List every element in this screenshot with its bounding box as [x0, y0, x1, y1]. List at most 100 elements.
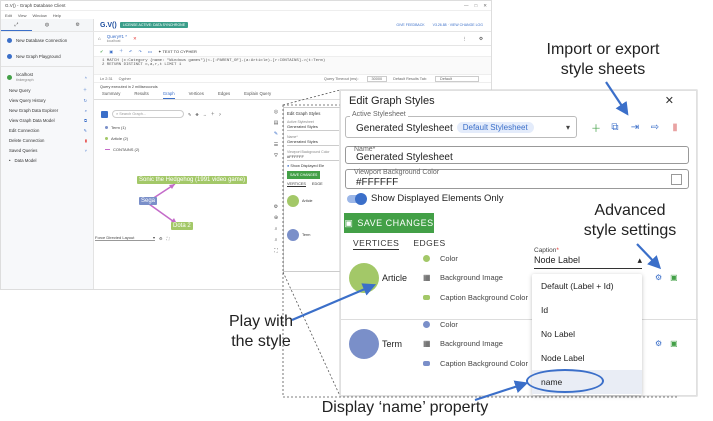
graph-mode-icon[interactable]	[101, 110, 108, 118]
option-no-label[interactable]: No Label	[532, 322, 642, 346]
color-swatch[interactable]	[671, 174, 682, 185]
styles-icon[interactable]: ✎	[274, 131, 278, 137]
prop-caption-bg[interactable]: Caption Background Color	[423, 359, 528, 368]
filter-icon[interactable]: ⛛	[274, 153, 278, 159]
option-node-label[interactable]: Node Label	[532, 346, 642, 370]
changelog-link[interactable]: V3.26.88 · VIEW CHANGE LOG	[433, 23, 483, 27]
tab-vertices[interactable]: VERTICES	[353, 238, 400, 250]
connections-tab-icon[interactable]: ⤢	[1, 19, 32, 31]
zoom-out-icon[interactable]: ⌕	[275, 237, 278, 243]
tab-edges[interactable]: EDGES	[413, 238, 445, 250]
tab-summary[interactable]: Summary	[102, 91, 120, 99]
sidebar-item-saved-queries[interactable]: Saved Queries ˅	[1, 145, 93, 155]
zoom-in-icon[interactable]: ⌕	[275, 226, 278, 232]
gear-icon[interactable]: ⚙	[655, 273, 662, 282]
menu-edit[interactable]: Edit	[5, 13, 12, 18]
home-icon[interactable]: ⌂	[98, 36, 101, 41]
sidebar-item-data-model-folder[interactable]: • Data Model	[1, 155, 93, 165]
gear-icon[interactable]: ⚙	[655, 339, 662, 348]
import-icon[interactable]: ⇥	[629, 121, 641, 133]
timeout-input[interactable]: 30000	[366, 75, 388, 82]
copy-icon[interactable]: ⧉	[609, 121, 621, 133]
sidebar-item-delete-connection[interactable]: Delete Connection ▮	[1, 135, 93, 145]
graph-node-article[interactable]: Dota 2	[171, 222, 193, 230]
sidebar-item-new-query[interactable]: New Query ＋	[1, 85, 93, 95]
run-icon[interactable]: ✔	[100, 49, 103, 54]
zoom-in-icon[interactable]: ＋	[211, 111, 215, 117]
menu-help[interactable]: Help	[53, 13, 61, 18]
chevron-up-icon[interactable]: ˄	[85, 75, 87, 80]
feedback-link[interactable]: GIVE FEEDBACK	[396, 23, 424, 27]
default-tab-select[interactable]: Default	[435, 75, 479, 82]
add-stylesheet-icon[interactable]: ＋	[590, 121, 602, 135]
show-displayed-toggle[interactable]: Show Displayed Elements Only	[347, 192, 504, 205]
prop-color[interactable]: Color	[423, 320, 458, 329]
wand-icon[interactable]: ✎	[188, 112, 191, 117]
maximize-icon[interactable]: □	[475, 3, 478, 9]
prop-bg-image[interactable]: ▦ Background Image	[423, 339, 503, 348]
delete-icon[interactable]: ▮	[669, 121, 681, 133]
graph-search-input[interactable]: ⌕ Search Graph...	[112, 110, 184, 118]
query-editor[interactable]: 1 MATCH (c:Category {name: "Windows game…	[94, 57, 491, 75]
query-tab[interactable]: Query#1 * localhost	[107, 34, 127, 43]
layout-select[interactable]: Force Directed Layout ▾	[95, 235, 155, 241]
expand-icon[interactable]: ⛶	[274, 248, 278, 254]
export-icon[interactable]: ⇨	[649, 121, 661, 133]
small-bg-field[interactable]: Viewport Background Color #FFFFFF	[287, 150, 339, 161]
term-node-preview[interactable]	[349, 329, 379, 359]
sidebar-item-query-history[interactable]: View Query History ↻	[1, 95, 93, 105]
settings-icon[interactable]: ⚙	[274, 204, 278, 210]
gear-icon[interactable]: ⚙	[479, 36, 483, 42]
more-icon[interactable]: ⋮	[462, 36, 467, 42]
menu-window[interactable]: Window	[33, 13, 47, 18]
expand-icon[interactable]: ✥	[195, 112, 198, 117]
option-id[interactable]: Id	[532, 298, 642, 322]
target-icon[interactable]: ◎	[274, 109, 278, 115]
name-field[interactable]: Name* Generated Stylesheet	[345, 146, 689, 164]
legend-item[interactable]: CONTAINS (2)	[105, 144, 139, 155]
save-icon[interactable]: ▣	[109, 49, 113, 54]
tab-edges[interactable]: Edges	[218, 91, 230, 99]
close-icon[interactable]: ✕	[665, 94, 674, 107]
tab-results[interactable]: Results	[134, 91, 148, 99]
option-default[interactable]: Default (Label + Id)	[532, 274, 642, 298]
prop-bg-image[interactable]: ▦ Background Image	[423, 273, 503, 282]
save-icon[interactable]: ▣	[670, 273, 678, 282]
article-node-preview[interactable]	[349, 263, 379, 293]
tab-graph[interactable]: Graph	[162, 91, 175, 99]
graph-node-article[interactable]: Sonic the Hedgehog (1991 video game)	[137, 176, 248, 184]
minimize-icon[interactable]: —	[464, 3, 469, 9]
viewport-bg-field[interactable]: Viewport Background Color #FFFFFF	[345, 169, 689, 189]
prop-caption-bg[interactable]: Caption Background Color	[423, 293, 528, 302]
tab-explain[interactable]: Explain Query	[244, 91, 271, 99]
small-save-button[interactable]: SAVE CHANGES	[287, 171, 321, 179]
close-tab-icon[interactable]: ✕	[133, 36, 137, 42]
settings-tab-icon[interactable]: ⚙	[62, 19, 93, 31]
legend-item[interactable]: Article (2)	[105, 133, 139, 144]
save-icon[interactable]: ▣	[670, 339, 678, 348]
graph-node-term[interactable]: Sega	[139, 197, 158, 205]
crosshair-icon[interactable]: ⊕	[274, 215, 278, 221]
small-stylesheet-field[interactable]: Active Stylesheet Generated Styles	[287, 120, 339, 131]
sidebar-item-new-connection[interactable]: New Database Connection	[1, 32, 93, 48]
menu-view[interactable]: View	[18, 13, 27, 18]
text-to-cypher-button[interactable]: ✦ TEXT TO CYPHER	[158, 49, 197, 54]
sidebar-item-localhost[interactable]: localhost tinkergraph ˄	[1, 69, 93, 85]
legend-item[interactable]: Term (1)	[105, 122, 139, 133]
help-icon[interactable]: ?	[219, 112, 221, 117]
gear-icon[interactable]: ⚙	[159, 236, 163, 241]
add-icon[interactable]: ＋	[119, 48, 123, 54]
sidebar-item-new-playground[interactable]: New Graph Playground	[1, 48, 93, 64]
save-changes-button[interactable]: ▣ SAVE CHANGES	[344, 213, 434, 233]
table-icon[interactable]: ▤	[274, 120, 279, 126]
small-tab-vertices[interactable]: VERTICES	[287, 182, 306, 187]
fit-icon[interactable]: ↔	[203, 112, 207, 117]
tab-vertices[interactable]: Vertices	[189, 91, 204, 99]
small-name-field[interactable]: Name* Generated Styles	[287, 135, 339, 146]
sidebar-item-edit-connection[interactable]: Edit Connection ✎	[1, 125, 93, 135]
close-window-icon[interactable]: ✕	[483, 3, 487, 9]
undo-icon[interactable]: ↶	[129, 49, 132, 54]
fullscreen-icon[interactable]: ⛶	[167, 236, 170, 241]
sidebar-item-data-model[interactable]: View Graph Data Model ⧉	[1, 115, 93, 125]
tune-icon[interactable]: ☰	[274, 142, 278, 148]
